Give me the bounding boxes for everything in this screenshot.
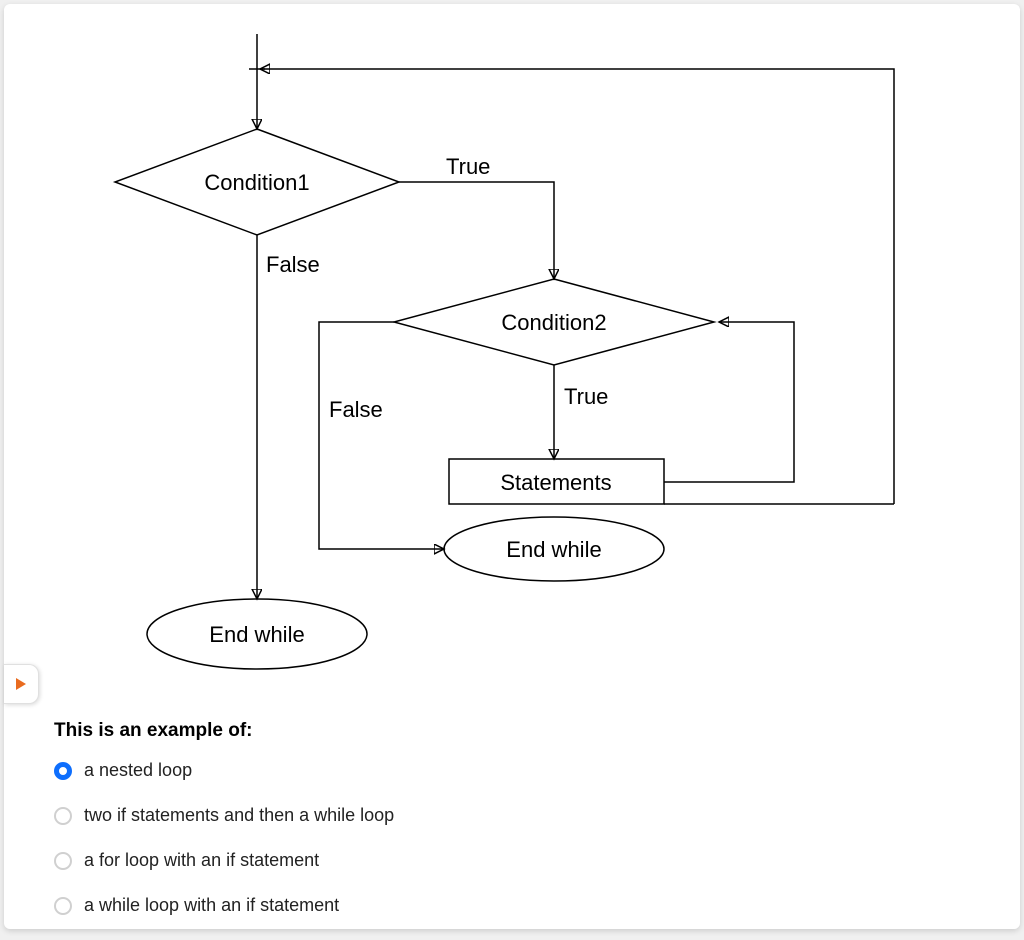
radio-icon [54,762,72,780]
radio-icon [54,852,72,870]
condition1-text: Condition1 [204,170,309,195]
flowchart: Condition1 True False Condition2 True Fa… [4,4,1020,704]
option-label: a for loop with an if statement [84,850,319,871]
option-label: a while loop with an if statement [84,895,339,916]
option-0[interactable]: a nested loop [54,760,954,781]
option-1[interactable]: two if statements and then a while loop [54,805,954,826]
option-3[interactable]: a while loop with an if statement [54,895,954,916]
question-block: This is an example of: a nested loop two… [54,720,954,940]
inner-end-while-text: End while [506,537,601,562]
play-icon [13,676,29,692]
condition1-false-label: False [266,252,320,277]
radio-icon [54,807,72,825]
expand-tab-button[interactable] [4,664,39,704]
question-sheet: Condition1 True False Condition2 True Fa… [4,4,1020,929]
outer-end-while-text: End while [209,622,304,647]
option-2[interactable]: a for loop with an if statement [54,850,954,871]
question-prompt: This is an example of: [54,720,954,742]
radio-icon [54,897,72,915]
statements-text: Statements [500,470,611,495]
condition1-true-label: True [446,154,490,179]
option-label: two if statements and then a while loop [84,805,394,826]
condition2-true-label: True [564,384,608,409]
condition2-text: Condition2 [501,310,606,335]
option-label: a nested loop [84,760,192,781]
condition2-false-label: False [329,397,383,422]
